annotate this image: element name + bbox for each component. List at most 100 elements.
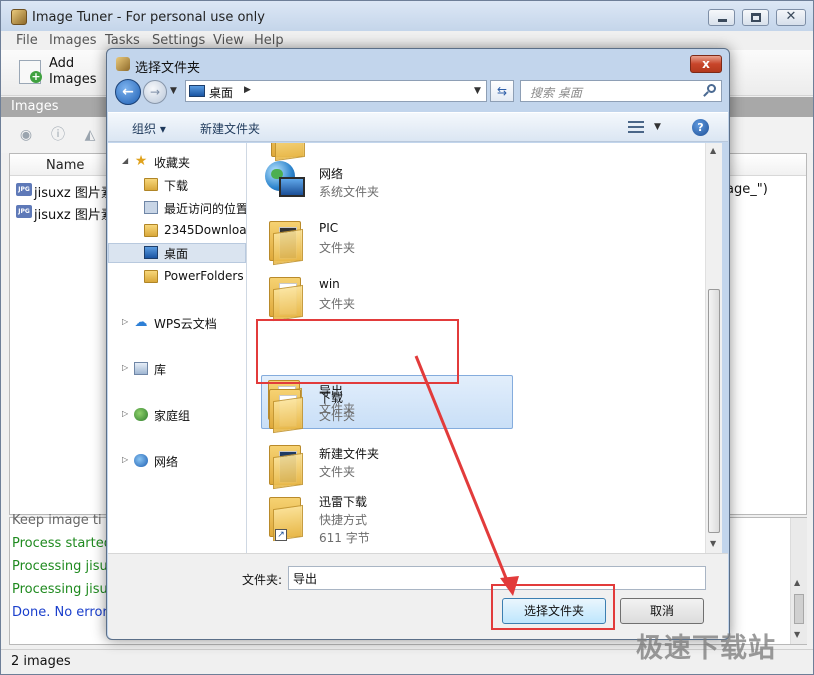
folder-icon — [267, 385, 307, 434]
close-icon: ✕ — [785, 9, 797, 24]
minimize-button[interactable] — [708, 9, 735, 26]
forward-arrow-icon: → — [149, 85, 161, 99]
scroll-up-icon[interactable]: ▲ — [794, 578, 800, 587]
scroll-thumb[interactable] — [708, 289, 720, 533]
nav-label: 收藏夹 — [154, 156, 191, 170]
menu-view[interactable]: View — [213, 33, 244, 48]
nav-item-2345downloads[interactable]: 2345Downloa — [108, 221, 246, 241]
cancel-button[interactable]: 取消 — [620, 598, 704, 624]
list-item[interactable]: 新建文件夹 文件夹 — [257, 437, 507, 491]
nav-label: PowerFolders — [164, 269, 244, 283]
address-dropdown-icon[interactable]: ▼ — [474, 86, 481, 96]
app-icon — [11, 9, 27, 25]
downloads-folder-icon — [144, 178, 158, 191]
collapse-icon[interactable]: ◢ — [122, 156, 128, 165]
expand-icon[interactable]: ▷ — [122, 409, 128, 418]
expand-icon[interactable]: ▷ — [122, 455, 128, 464]
item-name: 迅雷下载 — [319, 495, 368, 509]
scroll-down-icon[interactable]: ▼ — [710, 539, 716, 548]
close-button[interactable]: ✕ — [776, 9, 806, 26]
nav-item-libraries[interactable]: ▷ 库 — [108, 359, 246, 379]
back-button[interactable]: ← — [115, 79, 141, 105]
log-line: Keep image ti — [12, 513, 102, 528]
window-title: Image Tuner - For personal use only — [32, 10, 265, 25]
menu-images[interactable]: Images — [49, 33, 97, 48]
help-icon[interactable]: ? — [692, 119, 709, 136]
add-images-button[interactable]: + Add Images — [9, 52, 99, 92]
scroll-up-icon[interactable]: ▲ — [710, 146, 716, 155]
item-name: 下载 — [319, 391, 344, 405]
list-item[interactable]: ↗ 迅雷下载 快捷方式 611 字节 — [257, 489, 507, 549]
item-type: 文件夹 — [319, 409, 356, 423]
info-icon[interactable]: ⓘ — [49, 127, 67, 143]
list-item[interactable]: 下载 文件夹 — [257, 381, 507, 435]
nav-item-homegroup[interactable]: ▷ 家庭组 — [108, 405, 246, 425]
maximize-button[interactable] — [742, 9, 769, 26]
folder-icon — [144, 224, 158, 237]
expand-icon[interactable]: ▷ — [122, 317, 128, 326]
new-folder-button[interactable]: 新建文件夹 — [200, 120, 260, 137]
nav-label: 桌面 — [164, 247, 189, 261]
item-type: 快捷方式 — [319, 513, 368, 527]
nav-item-desktop[interactable]: 桌面 — [108, 243, 246, 263]
view-options-icon[interactable] — [628, 120, 644, 134]
organize-menu[interactable]: 组织 ▾ — [132, 120, 166, 137]
log-scroll-thumb[interactable] — [794, 594, 804, 624]
folder-list-scrollbar[interactable]: ▲ ▼ — [705, 143, 722, 553]
recent-places-icon — [144, 201, 158, 214]
search-icon[interactable] — [703, 84, 717, 98]
menu-help[interactable]: Help — [254, 33, 284, 48]
images-header-label: Images — [11, 99, 59, 114]
list-item[interactable]: win 文件夹 — [257, 269, 507, 323]
refresh-button[interactable]: ⇆ — [490, 80, 514, 102]
menu-tasks[interactable]: Tasks — [105, 33, 140, 48]
log-line: Processing jisux — [12, 559, 116, 574]
dialog-app-icon — [116, 57, 130, 71]
item-name: 网络 — [319, 167, 344, 181]
column-name-header[interactable]: Name — [46, 158, 84, 173]
address-bar[interactable]: 桌面 ▶ ▼ — [185, 80, 487, 102]
jpg-icon: JPG — [16, 183, 32, 196]
log-scrollbar[interactable]: ▲ ▼ — [790, 518, 807, 644]
search-input[interactable]: 搜索 桌面 — [520, 80, 722, 102]
list-item[interactable]: 网络 系统文件夹 — [257, 157, 507, 211]
log-line: Processing jisux — [12, 582, 116, 597]
desktop-icon — [189, 85, 205, 97]
shortcut-folder-icon: ↗ — [267, 493, 307, 542]
nav-item-powerfolders[interactable]: PowerFolders — [108, 267, 246, 287]
address-segment-desktop[interactable]: 桌面 — [209, 84, 233, 101]
watermark: 极速下载站 — [636, 633, 776, 664]
item-type: 文件夹 — [319, 297, 356, 311]
minimize-icon — [718, 19, 727, 22]
log-line: Done. No errors — [12, 605, 115, 620]
scroll-down-icon[interactable]: ▼ — [794, 630, 800, 639]
nav-item-downloads[interactable]: 下载 — [108, 175, 246, 195]
nav-item-recent[interactable]: 最近访问的位置 — [108, 198, 246, 218]
item-type: 系统文件夹 — [319, 185, 380, 199]
folder-icon — [267, 441, 307, 490]
history-dropdown-icon[interactable]: ▼ — [170, 86, 177, 96]
nav-item-wps-cloud[interactable]: ▷ ☁ WPS云文档 — [108, 313, 246, 333]
menu-file[interactable]: File — [16, 33, 38, 48]
rotate-icon[interactable]: ◭ — [81, 127, 99, 143]
expand-icon[interactable]: ▷ — [122, 363, 128, 372]
search-placeholder: 搜索 桌面 — [530, 86, 582, 100]
dialog-close-button[interactable]: x — [690, 55, 722, 73]
favorites-star-icon: ★ — [134, 153, 148, 169]
menu-settings[interactable]: Settings — [152, 33, 205, 48]
nav-item-favorites[interactable]: ◢ ★ 收藏夹 — [108, 152, 246, 172]
folder-icon — [144, 270, 158, 283]
forward-button[interactable]: → — [143, 80, 167, 104]
nav-label: 网络 — [154, 455, 179, 469]
nav-item-network[interactable]: ▷ 网络 — [108, 451, 246, 471]
nav-label: 家庭组 — [154, 409, 191, 423]
address-chevron-icon[interactable]: ▶ — [244, 85, 251, 95]
item-type: 文件夹 — [319, 465, 356, 479]
view-dropdown-icon[interactable]: ▼ — [654, 122, 661, 132]
item-name: win — [319, 277, 340, 291]
list-item[interactable]: PIC 文件夹 — [257, 213, 507, 267]
preview-icon[interactable]: ◉ — [17, 127, 35, 143]
back-arrow-icon: ← — [122, 84, 134, 100]
add-label-line1: Add — [49, 56, 75, 71]
command-bar: 组织 ▾ 新建文件夹 ▼ ? — [108, 112, 728, 142]
